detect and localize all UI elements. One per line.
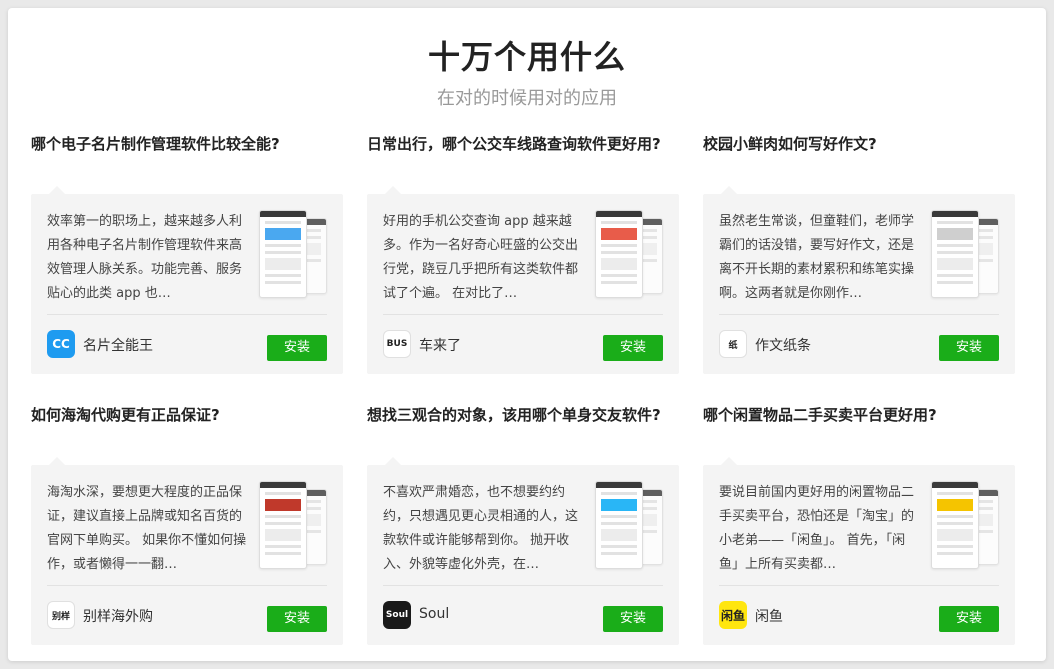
screenshot-front xyxy=(595,210,643,298)
app-card[interactable]: 效率第一的职场上，越来越多人利用各种电子名片制作管理软件来高效管理人脉关系。功能… xyxy=(31,186,343,374)
card-divider xyxy=(47,585,327,586)
card-divider xyxy=(719,585,999,586)
question-link[interactable]: 哪个电子名片制作管理软件比较全能? xyxy=(31,132,343,184)
card-divider xyxy=(383,314,663,315)
main-panel: 十万个用什么 在对的时候用对的应用 哪个电子名片制作管理软件比较全能? 效率第一… xyxy=(8,8,1046,661)
app-description: 效率第一的职场上，越来越多人利用各种电子名片制作管理软件来高效管理人脉关系。功能… xyxy=(47,214,243,301)
screenshot-front xyxy=(931,481,979,569)
app-name[interactable]: 作文纸条 xyxy=(755,335,811,355)
app-screenshots xyxy=(931,210,1003,300)
app-description: 不喜欢严肃婚恋，也不想要约约约，只想遇见更心灵相通的人，这款软件或许能够帮到你。… xyxy=(383,485,579,572)
screenshot-front xyxy=(259,210,307,298)
install-button[interactable]: 安装 xyxy=(603,335,663,361)
app-name[interactable]: 别样海外购 xyxy=(83,606,153,626)
app-card[interactable]: 好用的手机公交查询 app 越来越多。作为一名好奇心旺盛的公交出行党，跷豆几乎把… xyxy=(367,186,679,374)
card-scanner-icon: CC xyxy=(47,330,75,358)
app-screenshots xyxy=(259,481,331,571)
install-button[interactable]: 安装 xyxy=(939,335,999,361)
question-link[interactable]: 校园小鲜肉如何写好作文? xyxy=(703,132,1015,184)
page-subtitle: 在对的时候用对的应用 xyxy=(437,88,617,109)
card-divider xyxy=(47,314,327,315)
recommendation-item: 日常出行，哪个公交车线路查询软件更好用? 好用的手机公交查询 app 越来越多。… xyxy=(367,132,679,374)
soul-logo-icon: Soul xyxy=(383,601,411,629)
app-screenshots xyxy=(595,481,667,571)
app-description: 虽然老生常谈，但童鞋们，老师学霸们的话没错，要写好作文，还是离不开长期的素材累积… xyxy=(719,214,915,301)
screenshot-front xyxy=(259,481,307,569)
install-button[interactable]: 安装 xyxy=(267,606,327,632)
app-card[interactable]: 要说目前国内更好用的闲置物品二手买卖平台，恐怕还是「淘宝」的小老弟——「闲鱼」。… xyxy=(703,457,1015,645)
app-screenshots xyxy=(931,481,1003,571)
app-screenshots xyxy=(259,210,331,300)
app-card[interactable]: 虽然老生常谈，但童鞋们，老师学霸们的话没错，要写好作文，还是离不开长期的素材累积… xyxy=(703,186,1015,374)
recommendation-item: 哪个闲置物品二手买卖平台更好用? 要说目前国内更好用的闲置物品二手买卖平台，恐怕… xyxy=(703,403,1015,645)
question-link[interactable]: 想找三观合的对象，该用哪个单身交友软件? xyxy=(367,403,679,455)
screenshot-front xyxy=(595,481,643,569)
bus-pin-icon: BUS xyxy=(383,330,411,358)
app-description: 海淘水深，要想更大程度的正品保证，建议直接上品牌或知名百货的官网下单购买。 如果… xyxy=(47,485,247,572)
recommendation-item: 如何海淘代购更有正品保证? 海淘水深，要想更大程度的正品保证，建议直接上品牌或知… xyxy=(31,403,343,645)
bieyang-logo-icon: 别样 xyxy=(47,601,75,629)
card-divider xyxy=(719,314,999,315)
recommendation-item: 校园小鲜肉如何写好作文? 虽然老生常谈，但童鞋们，老师学霸们的话没错，要写好作文… xyxy=(703,132,1015,374)
app-name[interactable]: 名片全能王 xyxy=(83,335,153,355)
recommendation-item: 想找三观合的对象，该用哪个单身交友软件? 不喜欢严肃婚恋，也不想要约约约，只想遇… xyxy=(367,403,679,645)
app-name[interactable]: 闲鱼 xyxy=(755,606,783,626)
app-description: 要说目前国内更好用的闲置物品二手买卖平台，恐怕还是「淘宝」的小老弟——「闲鱼」。… xyxy=(719,485,915,572)
app-card[interactable]: 海淘水深，要想更大程度的正品保证，建议直接上品牌或知名百货的官网下单购买。 如果… xyxy=(31,457,343,645)
card-divider xyxy=(383,585,663,586)
install-button[interactable]: 安装 xyxy=(939,606,999,632)
app-name[interactable]: 车来了 xyxy=(419,335,461,355)
page-title: 十万个用什么 xyxy=(427,38,626,76)
calligraphy-icon: 纸 xyxy=(719,330,747,358)
install-button[interactable]: 安装 xyxy=(603,606,663,632)
app-screenshots xyxy=(595,210,667,300)
app-name[interactable]: Soul xyxy=(419,606,449,622)
app-card[interactable]: 不喜欢严肃婚恋，也不想要约约约，只想遇见更心灵相通的人，这款软件或许能够帮到你。… xyxy=(367,457,679,645)
install-button[interactable]: 安装 xyxy=(267,335,327,361)
question-link[interactable]: 日常出行，哪个公交车线路查询软件更好用? xyxy=(367,132,679,184)
xianyu-logo-icon: 闲鱼 xyxy=(719,601,747,629)
screenshot-front xyxy=(931,210,979,298)
recommendation-item: 哪个电子名片制作管理软件比较全能? 效率第一的职场上，越来越多人利用各种电子名片… xyxy=(31,132,343,374)
question-link[interactable]: 如何海淘代购更有正品保证? xyxy=(31,403,343,455)
app-description: 好用的手机公交查询 app 越来越多。作为一名好奇心旺盛的公交出行党，跷豆几乎把… xyxy=(383,214,579,301)
question-link[interactable]: 哪个闲置物品二手买卖平台更好用? xyxy=(703,403,1015,455)
